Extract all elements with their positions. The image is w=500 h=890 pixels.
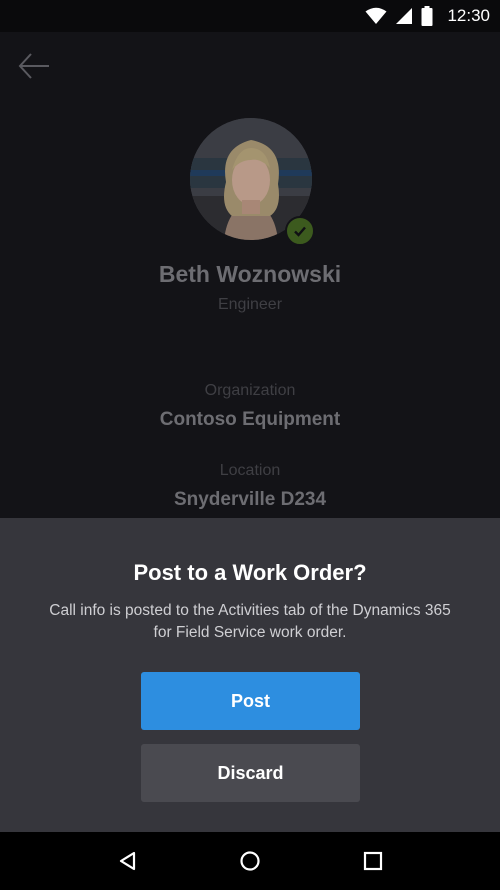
dialog-message: Call info is posted to the Activities ta… bbox=[49, 602, 451, 641]
location-label: Location bbox=[219, 462, 281, 479]
post-work-order-dialog: Post to a Work Order? Call info is poste… bbox=[0, 518, 500, 832]
checkmark-icon bbox=[294, 226, 306, 237]
nav-recents-button[interactable] bbox=[353, 841, 393, 881]
discard-button[interactable]: Discard bbox=[141, 744, 360, 802]
navigation-bar bbox=[0, 832, 500, 890]
post-button[interactable]: Post bbox=[141, 672, 360, 730]
dialog-title: Post to a Work Order? bbox=[133, 560, 367, 585]
wifi-icon bbox=[365, 7, 387, 24]
cellular-signal-icon bbox=[396, 8, 413, 24]
presence-available-badge bbox=[285, 216, 315, 246]
nav-back-button[interactable] bbox=[108, 841, 148, 881]
avatar-container bbox=[190, 118, 315, 246]
nav-home-button[interactable] bbox=[230, 841, 270, 881]
back-button[interactable] bbox=[14, 48, 54, 84]
back-triangle-icon bbox=[119, 851, 136, 871]
contact-role: Engineer bbox=[217, 296, 283, 313]
arrow-left-icon bbox=[18, 53, 49, 79]
home-circle-icon bbox=[240, 851, 260, 871]
organization-value: Contoso Equipment bbox=[159, 409, 341, 430]
organization-label: Organization bbox=[204, 382, 296, 399]
location-value: Snyderville D234 bbox=[173, 489, 327, 510]
battery-icon bbox=[421, 6, 433, 26]
status-bar: 12:30 bbox=[0, 0, 500, 32]
recents-square-icon bbox=[363, 851, 383, 871]
status-time: 12:30 bbox=[447, 6, 490, 25]
contact-profile: Beth Woznowski Engineer Organization Con… bbox=[0, 32, 500, 518]
contact-name: Beth Woznowski bbox=[158, 261, 342, 287]
